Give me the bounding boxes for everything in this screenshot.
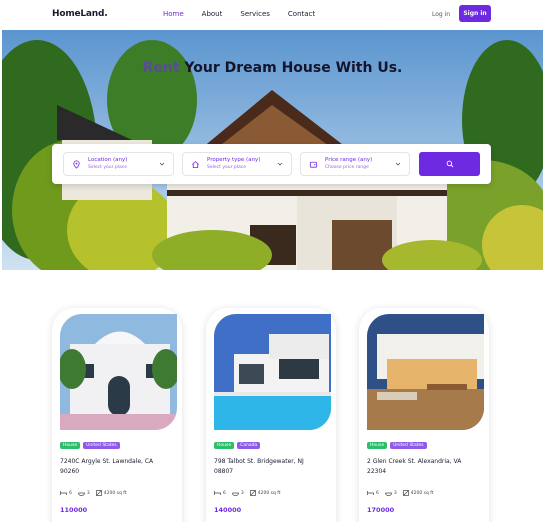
country-tag: United States: [390, 442, 427, 449]
listing-specs: 6 3 4200 sq ft: [214, 490, 281, 496]
location-select[interactable]: Location (any) Select your place: [63, 152, 174, 176]
listing-image: [60, 314, 177, 430]
listing-tags: House Canada: [214, 442, 261, 449]
bath-icon: [232, 492, 239, 496]
baths-spec: 3: [78, 490, 90, 496]
listing-price: 170000: [367, 506, 395, 514]
area-spec: 4200 sq ft: [402, 490, 434, 496]
page: HomeLand Home About Services Contact Log…: [0, 0, 545, 522]
listing-price: 140000: [214, 506, 242, 514]
area-icon: [249, 490, 256, 496]
listings-section: House United States 7240C Argyle St. Law…: [0, 300, 545, 522]
country-tag: Canada: [237, 442, 261, 449]
property-type-select[interactable]: Property type (any) Select your place: [182, 152, 292, 176]
country-tag: United States: [83, 442, 120, 449]
price-range-placeholder: Choose price range: [325, 165, 369, 170]
property-type-placeholder: Select your place: [207, 165, 246, 170]
listing-tags: House United States: [60, 442, 120, 449]
nav-services[interactable]: Services: [240, 10, 270, 18]
listing-specs: 6 3 4200 sq ft: [367, 490, 434, 496]
type-tag: House: [60, 442, 81, 449]
listing-price: 110000: [60, 506, 88, 514]
area-spec: 4200 sq ft: [249, 490, 281, 496]
map-pin-icon: [73, 160, 80, 169]
listing-card[interactable]: House United States 2 Glen Creek St. Ale…: [359, 308, 489, 522]
search-button[interactable]: [419, 152, 480, 176]
listing-image: [367, 314, 484, 430]
beds-spec: 6: [60, 490, 72, 496]
price-range-label: Price range (any): [325, 157, 373, 163]
chevron-down-icon: [395, 162, 401, 166]
chevron-down-icon: [277, 162, 283, 166]
chevron-down-icon: [159, 162, 165, 166]
baths-spec: 3: [232, 490, 244, 496]
location-placeholder: Select your place: [88, 165, 127, 170]
listing-image: [214, 314, 331, 430]
bed-icon: [60, 491, 67, 495]
listing-address: 7240C Argyle St. Lawndale, CA 90260: [60, 458, 154, 475]
type-tag: House: [214, 442, 235, 449]
listing-card[interactable]: House United States 7240C Argyle St. Law…: [52, 308, 182, 522]
listing-specs: 6 3 4200 sq ft: [60, 490, 127, 496]
bed-icon: [214, 491, 221, 495]
listing-tags: House United States: [367, 442, 427, 449]
login-link[interactable]: Log in: [432, 11, 450, 18]
area-spec: 4200 sq ft: [95, 490, 127, 496]
listing-address: 798 Talbot St. Bridgewater, NJ 08807: [214, 458, 304, 475]
listing-address: 2 Glen Creek St. Alexandria, VA 22304: [367, 458, 462, 475]
search-icon: [446, 160, 453, 168]
bath-icon: [385, 492, 392, 496]
top-navbar: HomeLand Home About Services Contact Log…: [0, 0, 545, 30]
baths-spec: 3: [385, 490, 397, 496]
wallet-icon: [309, 161, 318, 168]
beds-spec: 6: [367, 490, 379, 496]
bed-icon: [367, 491, 374, 495]
beds-spec: 6: [214, 490, 226, 496]
search-bar: Location (any) Select your place Propert…: [52, 144, 491, 184]
logo[interactable]: HomeLand: [52, 9, 108, 19]
property-type-label: Property type (any): [207, 157, 261, 163]
listing-card[interactable]: House Canada 798 Talbot St. Bridgewater,…: [206, 308, 336, 522]
bath-icon: [78, 492, 85, 496]
location-label: Location (any): [88, 157, 128, 163]
nav-about[interactable]: About: [202, 10, 223, 18]
area-icon: [95, 490, 102, 496]
hero-title: Rent Your Dream House With Us.: [142, 60, 403, 76]
price-range-select[interactable]: Price range (any) Choose price range: [300, 152, 410, 176]
home-icon: [192, 161, 199, 169]
type-tag: House: [367, 442, 388, 449]
signin-button[interactable]: Sign in: [459, 5, 491, 22]
nav-home[interactable]: Home: [163, 10, 184, 18]
nav-contact[interactable]: Contact: [288, 10, 315, 18]
area-icon: [402, 490, 409, 496]
main-nav: Home About Services Contact: [163, 10, 333, 18]
